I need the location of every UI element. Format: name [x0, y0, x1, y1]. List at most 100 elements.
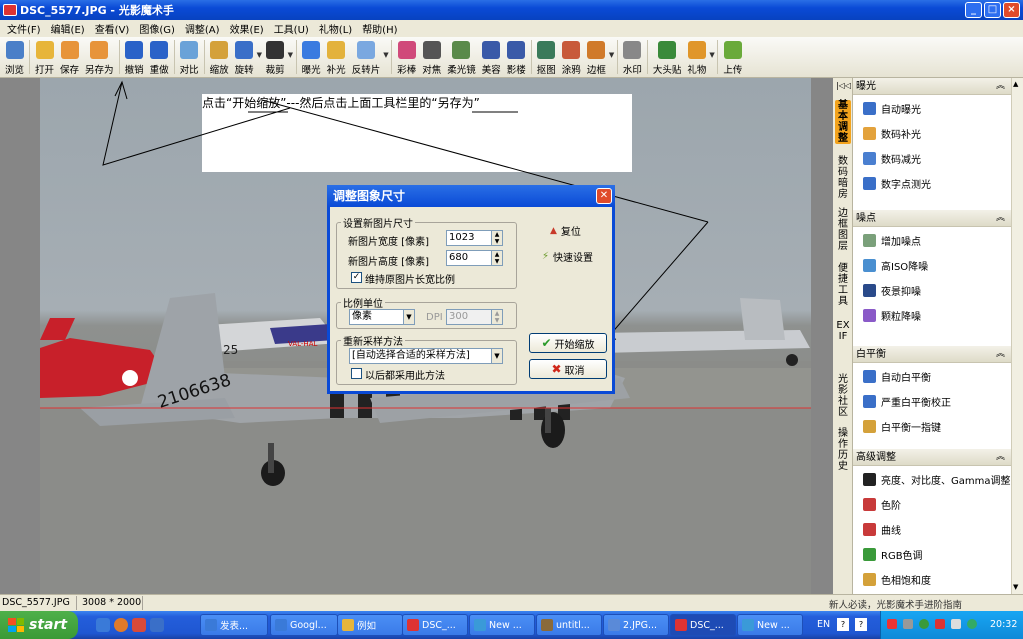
panel-item[interactable]: 数字点测光 — [863, 175, 931, 191]
toolbar-dropdown-icon[interactable]: ▼ — [609, 51, 615, 59]
panel-section-header[interactable]: 白平衡 ︽ — [853, 346, 1011, 363]
maximize-button[interactable]: □ — [984, 2, 1001, 18]
toolbar-button-exposure[interactable]: 曝光 — [299, 37, 324, 77]
toolbar-button-gift[interactable]: 礼物 — [684, 37, 709, 77]
minimize-button[interactable]: _ — [965, 2, 982, 18]
panel-section-header[interactable]: 高级调整 ︽ — [853, 449, 1011, 466]
panel-item[interactable]: 数码减光 — [863, 150, 921, 166]
dialog-close-button[interactable]: ✕ — [596, 188, 612, 204]
toolbar-button-watermark[interactable]: 水印 — [620, 37, 645, 77]
menu-item-3[interactable]: 图像(G) — [134, 21, 180, 36]
taskbar-item[interactable]: Googl... — [270, 614, 338, 636]
toolbar-button-rotate[interactable]: 旋转 — [232, 37, 257, 77]
keep-ratio-checkbox[interactable]: ✓ — [351, 272, 362, 283]
toolbar-button-compare[interactable]: 对比 — [177, 37, 202, 77]
taskbar-item[interactable]: untitl... — [536, 614, 602, 636]
dpi-input[interactable]: 300 — [446, 309, 492, 325]
ime-icon[interactable]: ? — [855, 618, 867, 631]
use-always-checkbox[interactable] — [351, 368, 362, 379]
panel-item[interactable]: 自动曝光 — [863, 100, 921, 116]
panel-item[interactable]: 白平衡一指键 — [863, 418, 941, 434]
network-icon[interactable] — [903, 619, 913, 629]
taskbar-item[interactable]: 2.JPG... — [603, 614, 669, 636]
panel-item[interactable]: 自动白平衡 — [863, 368, 931, 384]
help-icon[interactable]: ? — [837, 618, 849, 631]
toolbar-button-upload[interactable]: 上传 — [720, 37, 745, 77]
start-button[interactable]: start — [0, 611, 78, 639]
toolbar-button-resize[interactable]: 缩放 — [207, 37, 232, 77]
toolbar-dropdown-icon[interactable]: ▼ — [383, 51, 389, 59]
firefox-icon[interactable] — [114, 618, 128, 632]
height-input[interactable]: 680 — [446, 250, 492, 266]
scroll-down-icon[interactable]: ▼ — [1013, 583, 1018, 591]
clock[interactable]: 20:32 — [990, 619, 1017, 630]
menu-item-6[interactable]: 工具(U) — [269, 21, 314, 36]
side-tab-1[interactable]: 数码暗房 — [835, 156, 851, 200]
wireless-icon[interactable] — [967, 619, 977, 629]
toolbar-button-cutout[interactable]: 抠图 — [534, 37, 559, 77]
reset-button[interactable]: ▲ 复位 — [550, 223, 581, 239]
side-tab-4[interactable]: EXIF — [835, 320, 851, 342]
panel-section-header[interactable]: 噪点 ︽ — [853, 210, 1011, 227]
panel-item[interactable]: RGB色调 — [863, 546, 923, 562]
toolbar-button-color-wand[interactable]: 彩棒 — [394, 37, 419, 77]
toolbar-button-fill-light[interactable]: 补光 — [324, 37, 349, 77]
ie-icon[interactable] — [96, 618, 110, 632]
lang-indicator[interactable]: EN — [817, 619, 830, 630]
taskbar-item[interactable]: DSC_... — [670, 614, 736, 636]
volume-icon[interactable] — [951, 619, 961, 629]
panel-item[interactable]: 颗粒降噪 — [863, 307, 921, 323]
panel-collapse-icon[interactable]: |◁◁ — [836, 81, 851, 90]
toolbar-button-frame[interactable]: 边框 — [584, 37, 609, 77]
start-resize-button[interactable]: ✔ 开始缩放 — [529, 333, 607, 353]
toolbar-button-redo[interactable]: 重做 — [147, 37, 172, 77]
dpi-spinner[interactable]: ▲ ▼ — [491, 309, 503, 325]
toolbar-button-doodle[interactable]: 涂鸦 — [559, 37, 584, 77]
toolbar-dropdown-icon[interactable]: ▼ — [709, 51, 715, 59]
toolbar-button-focus[interactable]: 对焦 — [419, 37, 444, 77]
resample-select[interactable]: [自动选择合适的采样方法] — [349, 348, 502, 364]
toolbar-button-crop[interactable]: 裁剪 — [263, 37, 288, 77]
toolbar-button-film[interactable]: 反转片 — [349, 37, 384, 77]
menu-item-1[interactable]: 编辑(E) — [46, 21, 90, 36]
taskbar-item[interactable]: 发表... — [200, 614, 268, 636]
scroll-up-icon[interactable]: ▲ — [1013, 80, 1018, 88]
panel-item[interactable]: 严重白平衡校正 — [863, 393, 951, 409]
toolbar-button-soft-light[interactable]: 柔光镜 — [444, 37, 479, 77]
chevron-down-icon[interactable]: ▼ — [403, 309, 415, 325]
show-desktop-icon[interactable] — [150, 618, 164, 632]
menu-item-8[interactable]: 帮助(H) — [357, 21, 402, 36]
toolbar-button-studio[interactable]: 影楼 — [504, 37, 529, 77]
collapse-chevron-icon[interactable]: ︽ — [996, 78, 1005, 95]
toolbar-button-beauty[interactable]: 美容 — [479, 37, 504, 77]
panel-item[interactable]: 夜景抑噪 — [863, 282, 921, 298]
close-button[interactable]: × — [1003, 2, 1020, 18]
width-spinner[interactable]: ▲ ▼ — [491, 230, 503, 246]
side-tab-0[interactable]: 基本调整 — [835, 100, 851, 144]
collapse-chevron-icon[interactable]: ︽ — [996, 449, 1005, 466]
toolbar-button-save[interactable]: 保存 — [57, 37, 82, 77]
resample-dropdown-icon[interactable]: ▼ — [491, 348, 503, 364]
panel-scrollbar[interactable]: ▲ ▼ — [1011, 78, 1023, 594]
toolbar-button-sticker[interactable]: 大头贴 — [650, 37, 685, 77]
menu-item-7[interactable]: 礼物(L) — [314, 21, 357, 36]
menu-item-4[interactable]: 调整(A) — [180, 21, 225, 36]
height-spinner[interactable]: ▲ ▼ — [491, 250, 503, 266]
toolbar-button-undo[interactable]: 撤销 — [122, 37, 147, 77]
status-tip-link[interactable]: 新人必读，光影魔术手进阶指南 — [829, 597, 962, 611]
panel-item[interactable]: 色相饱和度 — [863, 571, 931, 587]
cancel-button[interactable]: ✖ 取消 — [529, 359, 607, 379]
menu-item-2[interactable]: 查看(V) — [90, 21, 135, 36]
panel-item[interactable]: 增加噪点 — [863, 232, 921, 248]
toolbar-button-save-as[interactable]: 另存为 — [82, 37, 117, 77]
panel-item[interactable]: 高ISO降噪 — [863, 257, 928, 273]
menu-item-0[interactable]: 文件(F) — [2, 21, 46, 36]
side-tab-5[interactable]: 光影社区 — [835, 374, 851, 418]
panel-item[interactable]: 曲线 — [863, 521, 901, 537]
width-input[interactable]: 1023 — [446, 230, 492, 246]
taskbar-item[interactable]: New ... — [737, 614, 803, 636]
panel-item[interactable]: 色阶 — [863, 496, 901, 512]
side-tab-3[interactable]: 便捷工具 — [835, 263, 851, 307]
quick-set-button[interactable]: ⚡ 快速设置 — [542, 249, 593, 264]
antivirus-icon[interactable] — [935, 619, 945, 629]
